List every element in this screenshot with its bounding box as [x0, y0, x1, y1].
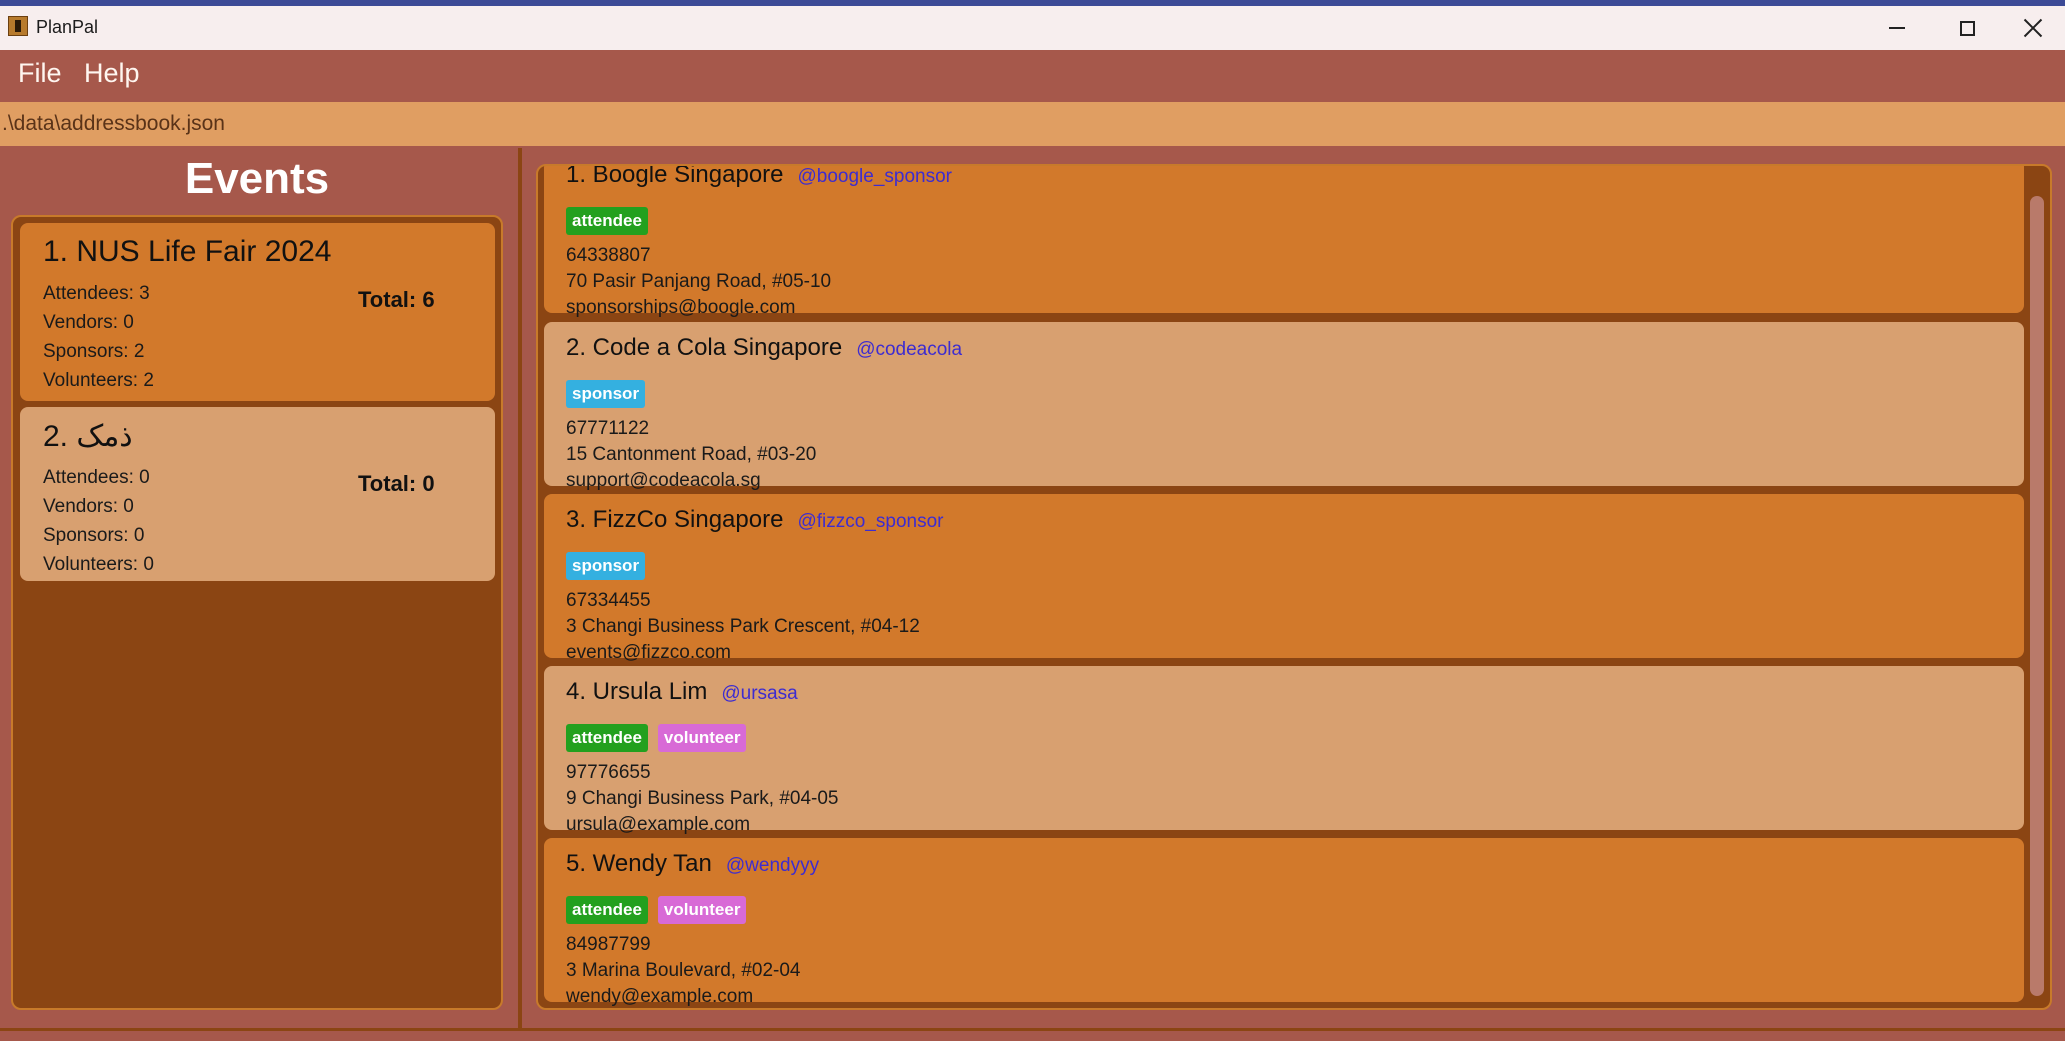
person-card[interactable]: 1. Boogle Singapore @boogle_sponsor atten…	[544, 164, 2024, 318]
person-tags: attendee volunteer	[566, 724, 747, 752]
event-sponsors: Sponsors: 0	[43, 525, 145, 546]
tag-attendee: attendee	[566, 896, 648, 924]
person-header: 4. Ursula Lim @ursasa	[566, 678, 798, 706]
events-title: Events	[184, 154, 330, 203]
close-button[interactable]	[1998, 6, 2065, 50]
person-address: 15 Cantonment Road, #03-20	[566, 444, 817, 465]
person-handle: @boogle_sponsor	[797, 166, 953, 187]
person-card[interactable]: 4. Ursula Lim @ursasa attendee volunteer …	[544, 666, 2024, 835]
close-icon	[2023, 18, 2043, 38]
person-address: 9 Changi Business Park, #04-05	[566, 788, 839, 809]
person-address: 3 Marina Boulevard, #02-04	[566, 960, 801, 981]
tag-attendee: attendee	[566, 724, 648, 752]
tag-sponsor: sponsor	[566, 552, 646, 580]
person-phone: 84987799	[566, 934, 651, 955]
persons-scrollbar-thumb[interactable]	[2030, 196, 2044, 996]
event-name: 2. ذمک	[43, 420, 133, 453]
tag-attendee: attendee	[566, 207, 648, 235]
person-email: wendy@example.com	[566, 986, 754, 1007]
panel-divider[interactable]	[518, 148, 522, 1028]
person-email: sponsorships@boogle.com	[566, 297, 796, 318]
person-phone: 64338807	[566, 245, 651, 266]
event-card[interactable]: 2. ذمک Attendees: 0 Vendors: 0 Sponsors:…	[20, 407, 495, 581]
title-bar[interactable]: PlanPal	[0, 6, 2065, 50]
data-file-path: .\data\addressbook.json	[2, 112, 225, 135]
minimize-icon	[1889, 27, 1905, 29]
window-title: PlanPal	[36, 17, 99, 37]
event-name: 1. NUS Life Fair 2024	[43, 235, 332, 268]
menu-file[interactable]: File	[18, 58, 62, 89]
person-name: 2. Code a Cola Singapore	[566, 334, 843, 361]
event-attendees: Attendees: 3	[43, 283, 150, 304]
person-tags: attendee	[566, 207, 648, 235]
person-name: 3. FizzCo Singapore	[566, 506, 784, 533]
menu-bar: File Help	[0, 50, 2065, 102]
tag-volunteer: volunteer	[657, 896, 747, 924]
person-card[interactable]: 5. Wendy Tan @wendyyy attendee volunteer …	[544, 838, 2024, 1007]
status-path-bar: .\data\addressbook.json	[0, 102, 2065, 146]
person-card[interactable]: 3. FizzCo Singapore @fizzco_sponsor spons…	[544, 494, 2024, 663]
person-name: 1. Boogle Singapore	[566, 164, 784, 188]
person-address: 3 Changi Business Park Crescent, #04-12	[566, 616, 920, 637]
menu-help[interactable]: Help	[84, 58, 140, 89]
persons-list[interactable]: 1. Boogle Singapore @boogle_sponsor atten…	[536, 164, 2052, 1010]
person-handle: @wendyyy	[725, 855, 820, 876]
bottom-border	[0, 1028, 2065, 1031]
events-list[interactable]: 1. NUS Life Fair 2024 Attendees: 3 Vendo…	[11, 215, 503, 1010]
app-icon	[8, 16, 28, 36]
person-handle: @fizzco_sponsor	[797, 511, 944, 532]
person-header: 5. Wendy Tan @wendyyy	[566, 850, 819, 878]
maximize-icon	[1959, 20, 1975, 36]
person-phone: 67771122	[566, 418, 650, 439]
person-phone: 97776655	[566, 762, 651, 783]
event-vendors: Vendors: 0	[43, 312, 134, 333]
event-attendees: Attendees: 0	[43, 467, 150, 488]
events-panel: Events 1. NUS Life Fair 2024 Attendees: …	[0, 148, 518, 1018]
person-phone: 67334455	[566, 590, 651, 611]
event-vendors: Vendors: 0	[43, 496, 134, 517]
person-name: 5. Wendy Tan	[566, 850, 712, 877]
event-sponsors: Sponsors: 2	[43, 341, 145, 362]
person-header: 1. Boogle Singapore @boogle_sponsor	[566, 164, 953, 189]
person-header: 2. Code a Cola Singapore @codeacola	[566, 334, 962, 362]
event-volunteers: Volunteers: 0	[43, 554, 154, 575]
person-handle: @ursasa	[721, 683, 798, 704]
person-tags: sponsor	[566, 552, 646, 580]
event-total: Total: 0	[358, 471, 435, 496]
person-email: ursula@example.com	[566, 814, 751, 835]
tag-volunteer: volunteer	[657, 724, 747, 752]
event-card[interactable]: 1. NUS Life Fair 2024 Attendees: 3 Vendo…	[20, 223, 495, 401]
minimize-button[interactable]	[1862, 6, 1932, 50]
person-address: 70 Pasir Panjang Road, #05-10	[566, 271, 832, 292]
person-name: 4. Ursula Lim	[566, 678, 708, 705]
event-volunteers: Volunteers: 2	[43, 370, 154, 391]
event-total: Total: 6	[358, 287, 435, 312]
person-header: 3. FizzCo Singapore @fizzco_sponsor	[566, 506, 943, 534]
person-email: support@codeacola.sg	[566, 470, 761, 491]
person-tags: sponsor	[566, 380, 646, 408]
person-email: events@fizzco.com	[566, 642, 732, 663]
person-handle: @codeacola	[856, 339, 963, 360]
person-tags: attendee volunteer	[566, 896, 747, 924]
tag-sponsor: sponsor	[566, 380, 646, 408]
person-card[interactable]: 2. Code a Cola Singapore @codeacola spons…	[544, 322, 2024, 491]
maximize-button[interactable]	[1932, 6, 2002, 50]
